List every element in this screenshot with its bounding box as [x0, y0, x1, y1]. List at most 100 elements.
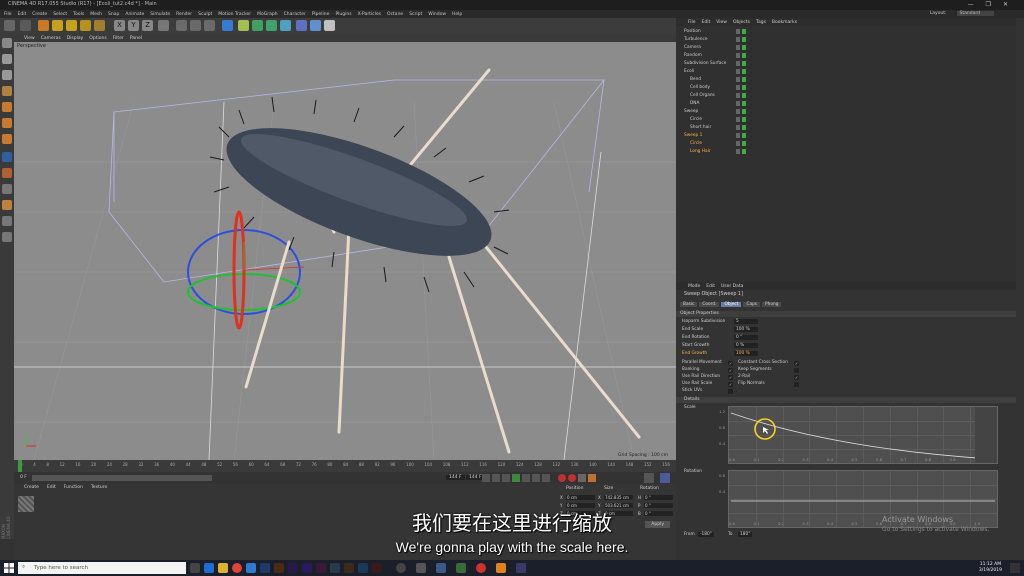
object-row[interactable]: Bend	[678, 76, 1014, 84]
checkbox[interactable]	[794, 368, 799, 373]
subdivision-icon[interactable]	[252, 20, 263, 31]
object-enabled-icon[interactable]	[742, 61, 746, 66]
object-visibility-icon[interactable]	[736, 101, 740, 106]
object-name[interactable]: Position	[684, 29, 701, 34]
after-effects-icon[interactable]	[302, 563, 312, 573]
object-visibility-icon[interactable]	[736, 77, 740, 82]
property-value[interactable]: 5	[734, 319, 758, 324]
object-enabled-icon[interactable]	[742, 109, 746, 114]
object-visibility-icon[interactable]	[736, 69, 740, 74]
illustrator-icon[interactable]	[274, 563, 284, 573]
object-row[interactable]: Long Hair	[678, 148, 1014, 156]
menu-item[interactable]: Tools	[73, 12, 84, 17]
timeline[interactable]: 0481216202428323640444852566064687276808…	[14, 460, 676, 472]
viewport-menu-item[interactable]: Panel	[130, 36, 142, 41]
viewport-menu-item[interactable]: Display	[67, 36, 84, 41]
render-settings-icon[interactable]	[204, 20, 215, 31]
app-2-icon[interactable]	[436, 563, 446, 573]
property-value[interactable]: 0 %	[734, 343, 758, 348]
object-menu-item[interactable]: Edit	[702, 20, 711, 25]
checkbox[interactable]: ✓	[728, 368, 733, 373]
adobe-app-icon[interactable]	[316, 563, 326, 573]
attribute-tab[interactable]: Coord.	[699, 302, 720, 307]
position-key-icon[interactable]	[588, 474, 596, 482]
polygons-mode-icon[interactable]	[2, 134, 12, 144]
attribute-menu-item[interactable]: Mode	[688, 284, 700, 289]
material-menu-item[interactable]: Edit	[47, 485, 56, 490]
object-row[interactable]: Sweep	[678, 108, 1014, 116]
viewport-menu-item[interactable]: Filter	[113, 36, 124, 41]
checkbox[interactable]: ✓	[794, 375, 799, 380]
attribute-menu-item[interactable]: User Data	[721, 284, 743, 289]
render-view-icon[interactable]	[176, 20, 187, 31]
object-enabled-icon[interactable]	[742, 77, 746, 82]
menu-item[interactable]: Window	[428, 12, 446, 17]
object-enabled-icon[interactable]	[742, 125, 746, 130]
object-enabled-icon[interactable]	[742, 53, 746, 58]
model-mode-icon[interactable]	[2, 54, 12, 64]
end-frame[interactable]: 144 F	[446, 475, 465, 480]
object-enabled-icon[interactable]	[742, 149, 746, 154]
next-key-icon[interactable]	[532, 474, 540, 482]
object-visibility-icon[interactable]	[736, 93, 740, 98]
menu-item[interactable]: Mesh	[90, 12, 102, 17]
record-icon[interactable]	[558, 474, 566, 482]
material-menu-item[interactable]: Function	[64, 485, 83, 490]
menu-item[interactable]: Help	[452, 12, 462, 17]
sculpt-icon[interactable]	[2, 200, 12, 210]
attribute-menu-item[interactable]: Edit	[706, 284, 715, 289]
object-row[interactable]: Cell Organs	[678, 92, 1014, 100]
layout-selector[interactable]: Layout: Standard	[930, 11, 994, 16]
attribute-tab[interactable]: Caps	[743, 302, 761, 307]
viewport-menu-item[interactable]: Options	[89, 36, 106, 41]
maximize-button[interactable]: ❐	[986, 1, 1003, 8]
object-visibility-icon[interactable]	[736, 141, 740, 146]
object-enabled-icon[interactable]	[742, 117, 746, 122]
adobe-app-2-icon[interactable]	[330, 563, 340, 573]
object-name[interactable]: Camera	[684, 45, 701, 50]
prev-key-icon[interactable]	[492, 474, 500, 482]
object-visibility-icon[interactable]	[736, 61, 740, 66]
timeline-layout-icon[interactable]	[644, 473, 654, 483]
array-icon[interactable]	[266, 20, 277, 31]
taskbar-search[interactable]: ⌕ Type here to search	[18, 562, 186, 574]
recent-tool-icon[interactable]	[94, 20, 105, 31]
menu-item[interactable]: Motion Tracker	[218, 12, 251, 17]
material-menu-item[interactable]: Texture	[91, 485, 107, 490]
app-5-icon[interactable]	[496, 563, 506, 573]
edges-mode-icon[interactable]	[2, 118, 12, 128]
menu-item[interactable]: Script	[409, 12, 422, 17]
task-view-icon[interactable]	[190, 563, 200, 573]
object-row[interactable]: Circle	[678, 116, 1014, 124]
checkbox[interactable]	[728, 389, 733, 394]
checkbox[interactable]: ✓	[728, 361, 733, 366]
object-enabled-icon[interactable]	[742, 29, 746, 34]
lock-workplane-icon[interactable]	[2, 216, 12, 226]
coord-size-value[interactable]: 742.835 cm	[604, 495, 633, 500]
menu-item[interactable]: Edit	[18, 12, 27, 17]
object-enabled-icon[interactable]	[742, 45, 746, 50]
object-enabled-icon[interactable]	[742, 69, 746, 74]
object-name[interactable]: Circle	[690, 141, 702, 146]
object-visibility-icon[interactable]	[736, 37, 740, 42]
render-picture-viewer-icon[interactable]	[190, 20, 201, 31]
object-name[interactable]: Random	[684, 53, 702, 58]
start-frame[interactable]: 0 F	[20, 475, 27, 480]
move-icon[interactable]	[52, 20, 63, 31]
menu-item[interactable]: Animate	[125, 12, 144, 17]
attribute-tab[interactable]: Object	[721, 302, 742, 307]
prev-frame-icon[interactable]	[502, 474, 510, 482]
scale-spline-graph[interactable]: 1.20.80.40.00.10.20.30.40.50.60.70.80.91…	[719, 406, 998, 464]
next-frame-icon[interactable]	[522, 474, 530, 482]
file-explorer-icon[interactable]	[218, 563, 228, 573]
keyframe-selection-icon[interactable]	[578, 474, 586, 482]
menu-item[interactable]: Simulate	[150, 12, 170, 17]
object-row[interactable]: Circle	[678, 140, 1014, 148]
object-enabled-icon[interactable]	[742, 93, 746, 98]
attribute-tab[interactable]: Basic	[680, 302, 698, 307]
viewport-menu-item[interactable]: Cameras	[41, 36, 61, 41]
object-name[interactable]: Turbulence	[684, 37, 707, 42]
playhead[interactable]	[18, 460, 22, 472]
notifications-icon[interactable]	[1010, 563, 1020, 573]
autokey-icon[interactable]	[568, 474, 576, 482]
